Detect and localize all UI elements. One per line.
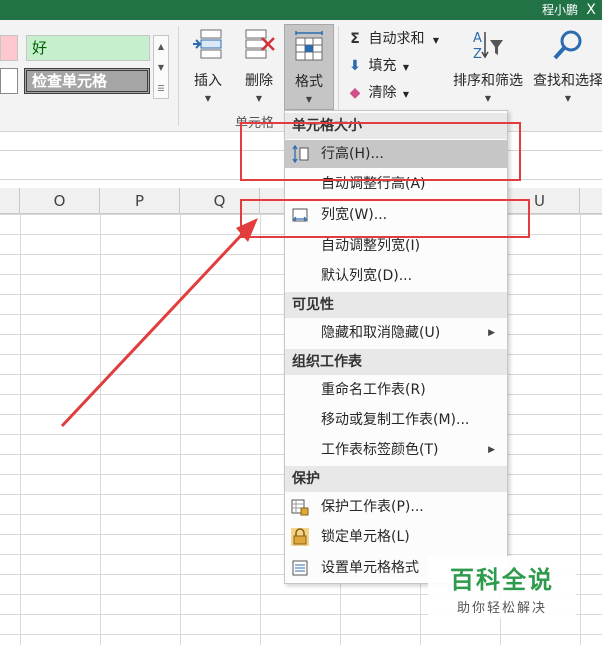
protect-sheet-icon (291, 499, 309, 516)
format-dropdown-menu: 单元格大小 行高(H)... 自动调整行高(A) 列宽(W)... 自动调整列宽… (284, 110, 508, 584)
delete-label: 删除 (245, 73, 273, 89)
menu-section-visibility: 可见性 (285, 292, 507, 318)
magnifier-icon (553, 30, 582, 60)
watermark-subtitle: 助你轻松解决 (456, 601, 547, 616)
watermark-title: 百科全说 (450, 566, 554, 594)
move-copy-label: 移动或复制工作表(M)... (321, 412, 470, 428)
chevron-down-icon: ▼ (255, 94, 263, 103)
menu-item-tab-color[interactable]: 工作表标签颜色(T) ▶ (285, 436, 507, 464)
sigma-icon: Σ (350, 31, 360, 47)
autosum-label: 自动求和 (368, 31, 425, 47)
style-bad[interactable] (0, 35, 18, 61)
autofit-column-label: 自动调整列宽(I) (321, 238, 421, 254)
title-bar: 程小鹏 X (0, 0, 602, 20)
sort-filter-icon: A Z (473, 31, 503, 62)
style-check-cell[interactable]: 检查单元格 (24, 68, 150, 94)
submenu-arrow-icon: ▶ (488, 328, 495, 338)
column-header-spacer (0, 188, 20, 214)
format-cells-icon (295, 31, 323, 61)
style-normal[interactable] (0, 68, 18, 94)
find-select-label: 查找和选择 (533, 73, 602, 89)
styles-gallery-scroll[interactable]: ▲ ▼ ☰ (153, 35, 169, 99)
find-select-button[interactable]: 查找和选择 ▼ (528, 28, 602, 103)
column-header-o[interactable]: O (20, 188, 100, 214)
menu-item-default-width[interactable]: 默认列宽(D)... (285, 262, 507, 290)
menu-section-protection: 保护 (285, 466, 507, 492)
fill-label: 填充 (368, 58, 397, 74)
format-label: 格式 (295, 74, 323, 90)
menu-section-organize: 组织工作表 (285, 349, 507, 375)
insert-cells-icon (193, 29, 222, 59)
chevron-down-icon: ▼ (402, 63, 410, 72)
submenu-arrow-icon: ▶ (488, 445, 495, 455)
insert-button[interactable]: 插入 ▼ (187, 28, 229, 103)
ribbon-separator (178, 26, 179, 126)
format-button[interactable]: 格式 ▼ (284, 24, 334, 110)
default-width-label: 默认列宽(D)... (321, 268, 413, 284)
rename-sheet-label: 重命名工作表(R) (321, 382, 426, 398)
hide-unhide-label: 隐藏和取消隐藏(U) (321, 325, 441, 341)
chevron-down-icon: ▼ (204, 94, 212, 103)
fill-button[interactable]: ⬇ 填充 ▼ (346, 55, 409, 75)
protect-sheet-label: 保护工作表(P)... (321, 499, 424, 515)
column-header-p[interactable]: P (100, 188, 180, 214)
chevron-down-icon: ▼ (484, 94, 492, 103)
menu-item-move-copy-sheet[interactable]: 移动或复制工作表(M)... (285, 406, 507, 434)
annotation-box-row-height (240, 122, 521, 181)
menu-item-protect-sheet[interactable]: 保护工作表(P)... (285, 493, 507, 521)
close-icon[interactable]: X (582, 0, 600, 20)
eraser-icon: ◆ (349, 85, 361, 101)
scroll-down-icon[interactable]: ▼ (154, 57, 168, 78)
format-cells-dialog-icon (292, 560, 308, 576)
chevron-down-icon: ▼ (564, 94, 572, 103)
tab-color-label: 工作表标签颜色(T) (321, 442, 439, 458)
user-name[interactable]: 程小鹏 (542, 1, 578, 18)
chevron-down-icon: ▼ (402, 90, 410, 99)
autosum-button[interactable]: Σ 自动求和 ▼ (346, 28, 439, 48)
menu-item-hide-unhide[interactable]: 隐藏和取消隐藏(U) ▶ (285, 319, 507, 347)
sort-filter-button[interactable]: A Z 排序和筛选 ▼ (446, 28, 530, 103)
scroll-up-icon[interactable]: ▲ (154, 36, 168, 57)
svg-text:Z: Z (473, 47, 482, 62)
sort-filter-label: 排序和筛选 (453, 73, 523, 89)
lock-cell-label: 锁定单元格(L) (321, 529, 410, 545)
annotation-box-column-width (240, 199, 530, 238)
delete-button[interactable]: 删除 ▼ (238, 28, 280, 103)
lock-icon (291, 528, 309, 546)
svg-text:A: A (473, 31, 482, 46)
chevron-down-icon: ▼ (432, 36, 440, 45)
gallery-more-icon[interactable]: ☰ (154, 78, 168, 99)
style-good[interactable]: 好 (26, 35, 150, 61)
clear-label: 清除 (368, 85, 397, 101)
clear-button[interactable]: ◆ 清除 ▼ (346, 82, 409, 102)
chevron-down-icon: ▼ (305, 95, 313, 104)
menu-item-lock-cell[interactable]: 锁定单元格(L) (285, 523, 507, 551)
format-cells-label: 设置单元格格式 (321, 560, 419, 576)
menu-item-rename-sheet[interactable]: 重命名工作表(R) (285, 376, 507, 404)
insert-label: 插入 (194, 73, 222, 89)
watermark: 百科全说 助你轻松解决 (428, 556, 576, 618)
delete-cells-icon (245, 29, 275, 59)
fill-down-icon: ⬇ (349, 58, 361, 74)
